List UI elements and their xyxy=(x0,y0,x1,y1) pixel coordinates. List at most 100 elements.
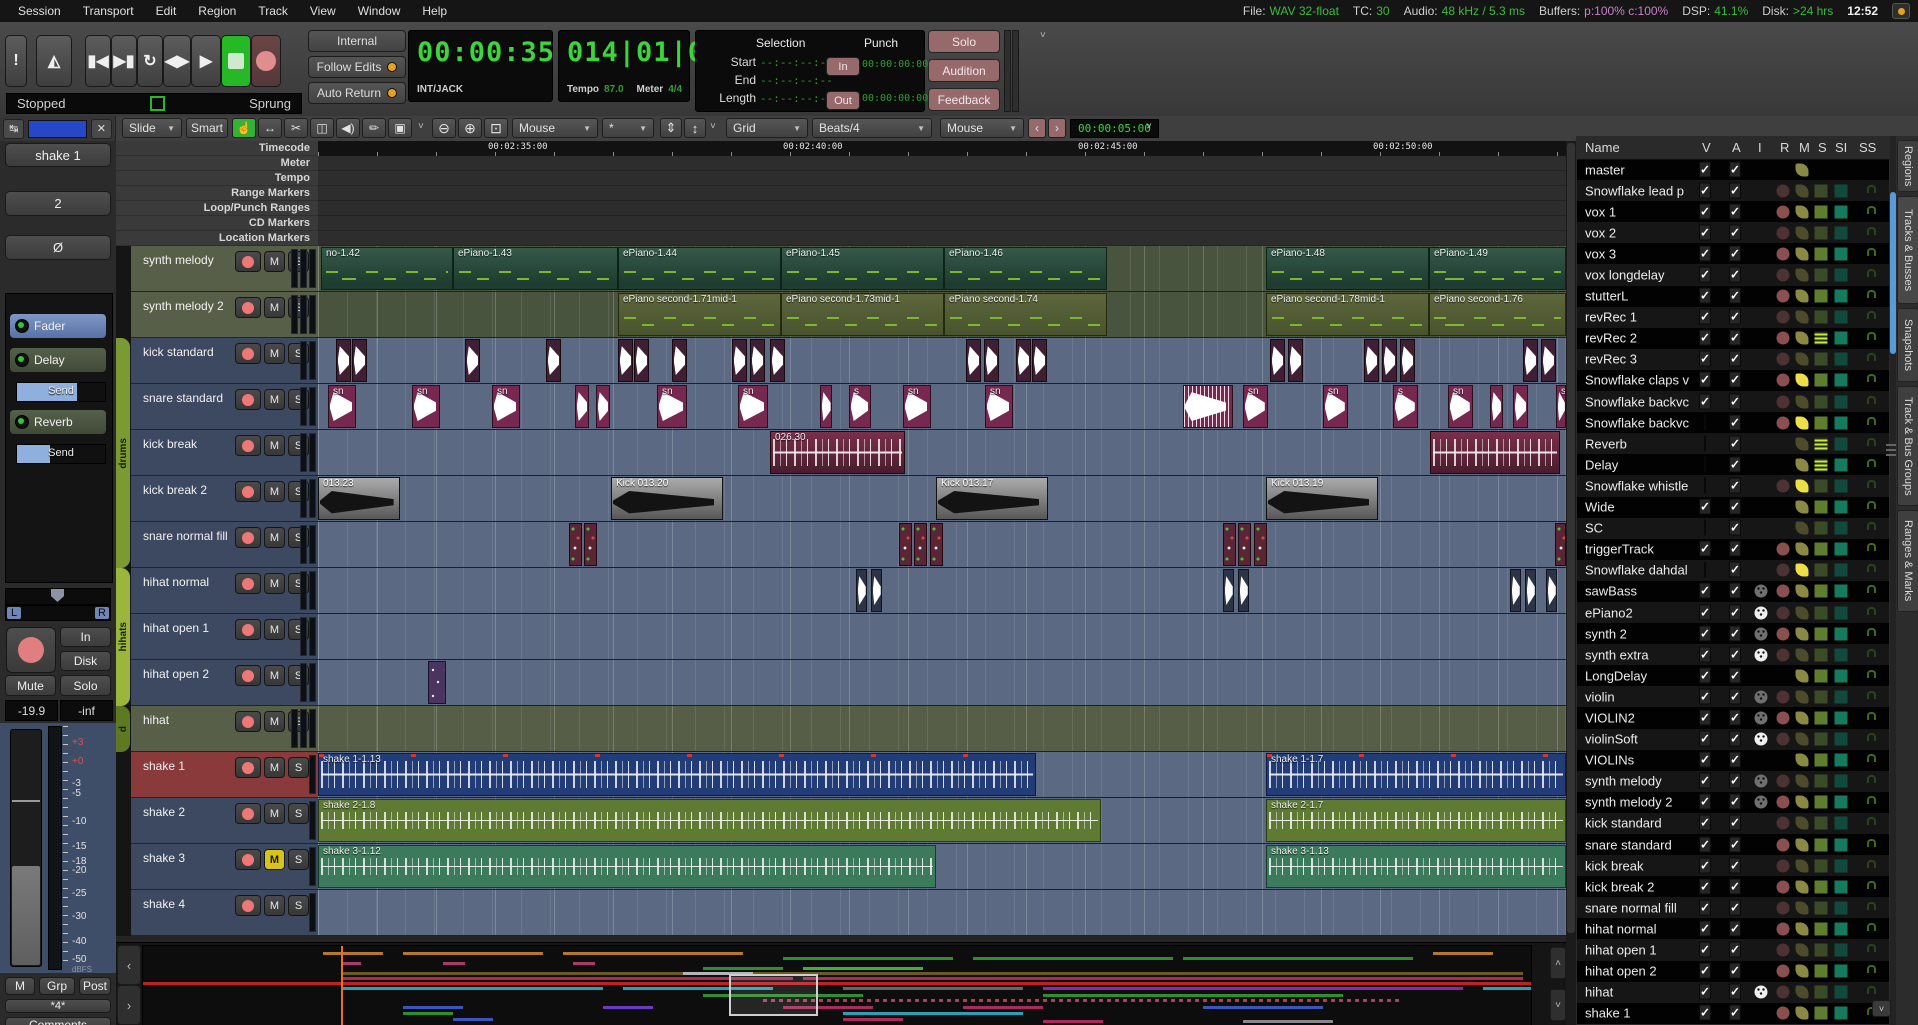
solo-button[interactable]: S xyxy=(288,849,309,870)
record-arm-button[interactable] xyxy=(235,573,261,594)
track-lane-shake-2[interactable]: shake 2-1.8shake 2-1.7 xyxy=(318,798,1566,844)
visible-checkbox[interactable]: ✓ xyxy=(1699,731,1711,747)
solo-state-icon[interactable] xyxy=(1815,437,1828,450)
slide-mode-dropdown[interactable]: Slide▼ xyxy=(122,118,182,138)
active-checkbox[interactable]: ✓ xyxy=(1729,583,1741,599)
visible-checkbox[interactable]: ✓ xyxy=(1699,815,1711,831)
draw-tool-button[interactable]: ✏ xyxy=(362,118,386,138)
track-lane-hihat-normal[interactable] xyxy=(318,568,1566,614)
record-state-icon[interactable] xyxy=(1777,205,1790,218)
visible-checkbox[interactable] xyxy=(1704,477,1706,493)
midi-input-icon[interactable] xyxy=(1755,775,1768,788)
mute-state-icon[interactable] xyxy=(1796,796,1809,809)
tab-tracks-busses[interactable]: Tracks & Busses xyxy=(1897,196,1918,304)
solo-state-icon[interactable] xyxy=(1815,416,1828,429)
audio-region[interactable] xyxy=(1400,339,1415,382)
summary-canvas[interactable] xyxy=(142,945,1532,1025)
visible-checkbox[interactable]: ✓ xyxy=(1699,541,1711,557)
solo-button[interactable]: Solo xyxy=(928,30,1000,53)
error-log-button[interactable]: ! xyxy=(5,35,27,87)
active-checkbox[interactable]: ✓ xyxy=(1729,773,1741,789)
active-checkbox[interactable]: ✓ xyxy=(1729,963,1741,979)
solo-isolate-icon[interactable] xyxy=(1835,606,1848,619)
track-row-revRec-2[interactable]: revRec 2✓✓ xyxy=(1577,328,1889,349)
record-state-icon[interactable] xyxy=(1777,986,1790,999)
track-lane-synth-melody[interactable]: no-1.42ePiano-1.43ePiano-1.44ePiano-1.45… xyxy=(318,246,1566,292)
solo-isolate-icon[interactable] xyxy=(1835,669,1848,682)
midi-input-icon[interactable] xyxy=(1755,606,1768,619)
mute-state-icon[interactable] xyxy=(1796,522,1809,535)
active-checkbox[interactable]: ✓ xyxy=(1729,477,1741,493)
track-header-kick-break-2[interactable]: kick break 2MS xyxy=(131,476,318,522)
audio-region[interactable]: sn xyxy=(738,385,768,428)
menu-transport[interactable]: Transport xyxy=(73,3,144,19)
record-arm-button[interactable] xyxy=(235,757,261,778)
visible-checkbox[interactable] xyxy=(1704,435,1706,451)
track-row-sawBass[interactable]: sawBass✓✓ xyxy=(1577,581,1889,602)
record-arm-button[interactable] xyxy=(235,895,261,916)
ruler-row[interactable] xyxy=(318,231,1566,246)
mute-button[interactable]: M xyxy=(264,389,285,410)
zoom-up-button[interactable]: ˄ xyxy=(1550,947,1566,979)
solo-state-icon[interactable] xyxy=(1815,458,1828,471)
track-lane-shake-3[interactable]: shake 3-1.12shake 3-1.13 xyxy=(318,844,1566,890)
record-state-icon[interactable] xyxy=(1777,311,1790,324)
midi-input-icon[interactable] xyxy=(1755,690,1768,703)
visible-checkbox[interactable]: ✓ xyxy=(1699,857,1711,873)
summary-view-rectangle[interactable] xyxy=(729,974,818,1016)
record-arm-button[interactable] xyxy=(6,627,56,673)
track-row-stutterL[interactable]: stutterL✓✓ xyxy=(1577,286,1889,307)
solo-state-icon[interactable] xyxy=(1815,205,1828,218)
active-checkbox[interactable]: ✓ xyxy=(1729,604,1741,620)
solo-button[interactable]: Solo xyxy=(60,675,111,696)
visible-checkbox[interactable]: ✓ xyxy=(1699,372,1711,388)
group-tab-drums[interactable]: drums xyxy=(116,338,130,568)
audio-region[interactable]: sn xyxy=(1243,385,1268,428)
solo-isolate-icon[interactable] xyxy=(1835,564,1848,577)
gain-fader[interactable] xyxy=(10,729,42,967)
tab-snapshots[interactable]: Snapshots xyxy=(1897,308,1918,382)
track-row-snare-standard[interactable]: snare standard✓✓ xyxy=(1577,834,1889,855)
track-lane-snare-normal-fill[interactable] xyxy=(318,522,1566,568)
visible-checkbox[interactable]: ✓ xyxy=(1699,752,1711,768)
ruler-row[interactable] xyxy=(318,216,1566,231)
record-arm-button[interactable] xyxy=(235,343,261,364)
input-monitor-button[interactable]: In xyxy=(60,627,111,647)
record-state-icon[interactable] xyxy=(1777,922,1790,935)
track-header-snare-normal-fill[interactable]: snare normal fillMS xyxy=(131,522,318,568)
solo-state-icon[interactable] xyxy=(1815,669,1828,682)
record-state-icon[interactable] xyxy=(1777,944,1790,957)
visible-checkbox[interactable] xyxy=(1704,520,1706,536)
mute-state-icon[interactable] xyxy=(1796,564,1809,577)
audio-region[interactable] xyxy=(820,385,832,428)
tab-ranges-marks[interactable]: Ranges & Marks xyxy=(1897,510,1918,612)
mute-state-icon[interactable] xyxy=(1796,226,1809,239)
solo-button[interactable]: S xyxy=(288,757,309,778)
fader-processor[interactable]: Fader xyxy=(10,314,106,338)
solo-state-icon[interactable] xyxy=(1815,479,1828,492)
marker-visibility-dropdown[interactable]: *▼ xyxy=(602,118,654,138)
mute-state-icon[interactable] xyxy=(1796,965,1809,978)
mute-button[interactable]: M xyxy=(264,573,285,594)
track-row-hihat-open-2[interactable]: hihat open 2✓✓ xyxy=(1577,961,1889,982)
midi-region[interactable]: ePiano-1.48 xyxy=(1266,247,1429,290)
plugin-processor[interactable]: Delay xyxy=(10,348,106,372)
audio-region[interactable] xyxy=(966,339,981,382)
audio-region[interactable] xyxy=(584,523,597,566)
sync-source-button[interactable]: Internal xyxy=(308,30,406,52)
tab-regions[interactable]: Regions xyxy=(1897,140,1918,192)
audio-region[interactable]: sn xyxy=(1323,385,1348,428)
ruler-label-location-markers[interactable]: Location Markers xyxy=(116,231,318,246)
secondary-clock[interactable]: 014|01|0000Tempo87.0Meter4/4 xyxy=(558,30,690,102)
audio-region[interactable]: shake 3-1.13 xyxy=(1266,845,1566,888)
mute-button[interactable]: M xyxy=(264,803,285,824)
solo-state-icon[interactable] xyxy=(1815,838,1828,851)
audio-region[interactable] xyxy=(984,339,999,382)
column-header-i[interactable]: I xyxy=(1758,140,1762,155)
solo-isolate-icon[interactable] xyxy=(1835,184,1848,197)
mute-state-icon[interactable] xyxy=(1796,247,1809,260)
follow-edits-button[interactable]: Follow Edits xyxy=(308,56,406,78)
audio-region[interactable] xyxy=(1223,569,1234,612)
active-checkbox[interactable]: ✓ xyxy=(1729,309,1741,325)
visible-checkbox[interactable]: ✓ xyxy=(1699,899,1711,915)
